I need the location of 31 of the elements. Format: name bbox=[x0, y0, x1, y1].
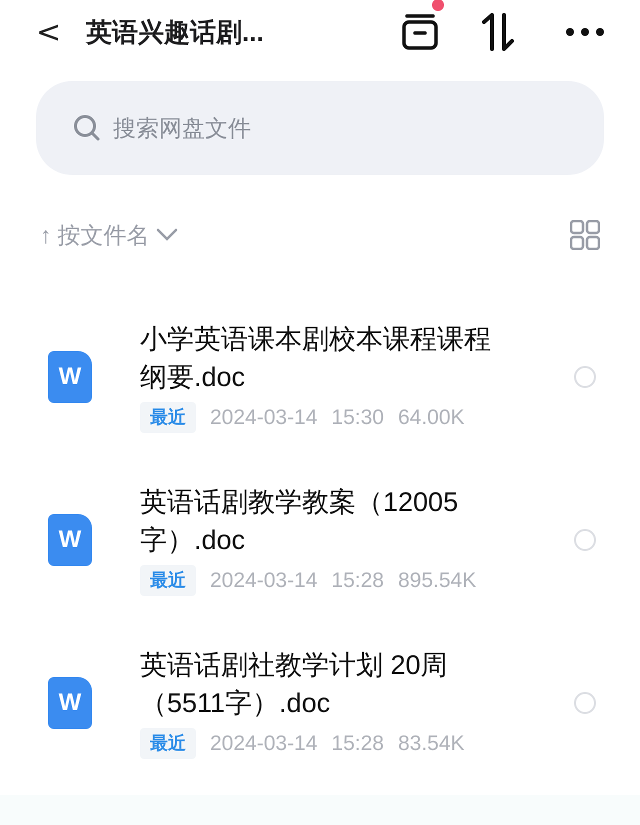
file-size: 64.00K bbox=[398, 404, 465, 431]
file-date: 2024-03-14 bbox=[210, 404, 318, 431]
recent-badge: 最近 bbox=[140, 728, 196, 759]
box-icon[interactable] bbox=[400, 13, 440, 51]
file-date: 2024-03-14 bbox=[210, 568, 318, 594]
file-size: 83.54K bbox=[398, 730, 465, 757]
chevron-down-icon bbox=[156, 228, 178, 242]
file-time: 15:28 bbox=[331, 568, 384, 594]
page-title: 英语兴趣话剧... bbox=[86, 16, 264, 48]
word-file-icon: W bbox=[48, 676, 92, 728]
search-icon bbox=[73, 114, 101, 142]
select-radio[interactable] bbox=[574, 366, 596, 388]
file-time: 15:30 bbox=[331, 404, 384, 431]
more-icon[interactable] bbox=[566, 28, 604, 36]
back-button[interactable]: < bbox=[36, 10, 76, 54]
file-size: 895.54K bbox=[398, 568, 476, 594]
file-name[interactable]: 英语话剧教学教案（12005字）.doc bbox=[140, 482, 510, 559]
search-bar[interactable]: 搜索网盘文件 bbox=[36, 81, 604, 175]
file-time: 15:28 bbox=[331, 730, 384, 757]
file-name[interactable]: 英语话剧社教学计划 20周（5511字）.doc bbox=[140, 646, 510, 722]
word-file-icon: W bbox=[48, 514, 92, 566]
file-date: 2024-03-14 bbox=[210, 730, 318, 757]
recent-badge: 最近 bbox=[140, 402, 196, 433]
search-field[interactable]: 搜索网盘文件 bbox=[113, 110, 567, 146]
file-name[interactable]: 小学英语课本剧校本课程课程纲要.doc bbox=[140, 320, 510, 396]
grid-view-icon[interactable] bbox=[570, 220, 600, 250]
select-radio[interactable] bbox=[574, 692, 596, 714]
word-file-icon: W bbox=[48, 350, 92, 402]
select-radio[interactable] bbox=[574, 528, 596, 550]
recent-badge: 最近 bbox=[140, 565, 196, 596]
sort-icon[interactable] bbox=[480, 12, 516, 52]
